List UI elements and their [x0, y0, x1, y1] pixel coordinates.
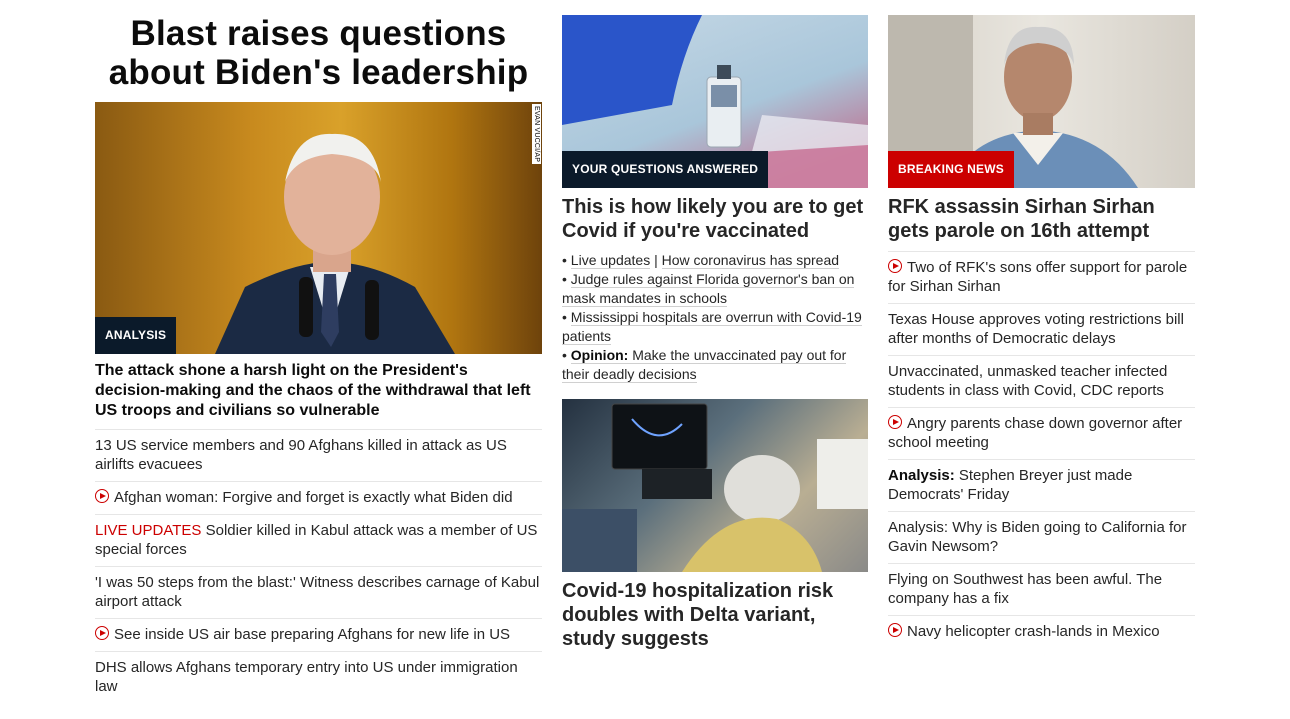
- bullet-link[interactable]: Judge rules against Florida governor's b…: [562, 271, 855, 307]
- bullet-link[interactable]: Mississippi hospitals are overrun with C…: [562, 309, 862, 345]
- sirhan-photo[interactable]: BREAKING NEWS: [888, 15, 1195, 188]
- live-updates-label: LIVE UPDATES: [95, 522, 202, 539]
- list-item: 'I was 50 steps from the blast:' Witness…: [95, 566, 542, 618]
- story-text: Two of RFK's sons offer support for paro…: [888, 259, 1188, 295]
- lead-summary-link[interactable]: The attack shone a harsh light on the Pr…: [95, 361, 542, 421]
- list-item: LIVE UPDATES Soldier killed in Kabul att…: [95, 514, 542, 566]
- story-text: Navy helicopter crash-lands in Mexico: [907, 623, 1160, 640]
- story-text: See inside US air base preparing Afghans…: [114, 626, 511, 643]
- story-link[interactable]: 13 US service members and 90 Afghans kil…: [95, 437, 507, 473]
- covid-bullets: • Live updates | How coronavirus has spr…: [562, 251, 868, 384]
- play-icon: [95, 626, 109, 640]
- story-link[interactable]: DHS allows Afghans temporary entry into …: [95, 659, 518, 695]
- video-story-link[interactable]: Afghan woman: Forgive and forget is exac…: [95, 489, 513, 506]
- opinion-link[interactable]: Opinion: Make the unvaccinated pay out f…: [562, 347, 847, 383]
- news-column: BREAKING NEWS RFK assassin Sirhan Sirhan…: [888, 15, 1195, 648]
- list-item: Analysis: Why is Biden going to Californ…: [888, 511, 1195, 563]
- analysis-badge: ANALYSIS: [95, 317, 177, 354]
- list-item: Flying on Southwest has been awful. The …: [888, 563, 1195, 615]
- story-text: Angry parents chase down governor after …: [888, 415, 1183, 451]
- story-link[interactable]: Analysis: Why is Biden going to Californ…: [888, 519, 1186, 555]
- list-item: Unvaccinated, unmasked teacher infected …: [888, 355, 1195, 407]
- video-story-link[interactable]: Angry parents chase down governor after …: [888, 415, 1182, 451]
- separator: |: [650, 252, 662, 268]
- list-item: Angry parents chase down governor after …: [888, 407, 1195, 459]
- main-headline[interactable]: Blast raises questions about Biden's lea…: [95, 14, 542, 92]
- list-item: See inside US air base preparing Afghans…: [95, 618, 542, 651]
- questions-badge: YOUR QUESTIONS ANSWERED: [562, 151, 769, 188]
- video-story-link[interactable]: Navy helicopter crash-lands in Mexico: [888, 623, 1160, 640]
- bullet-item: • Mississippi hospitals are overrun with…: [562, 309, 862, 345]
- photo-credit: EVAN VUCCI/AP: [532, 104, 541, 165]
- hospital-photo[interactable]: [562, 399, 868, 572]
- related-stories-list: 13 US service members and 90 Afghans kil…: [95, 429, 542, 703]
- story-link[interactable]: Flying on Southwest has been awful. The …: [888, 571, 1162, 607]
- video-story-link[interactable]: See inside US air base preparing Afghans…: [95, 626, 510, 643]
- biden-photo[interactable]: EVAN VUCCI/AP ANALYSIS: [95, 102, 542, 354]
- list-item: Navy helicopter crash-lands in Mexico: [888, 615, 1195, 648]
- main-story-column: Blast raises questions about Biden's lea…: [95, 0, 542, 703]
- analysis-story-link[interactable]: Analysis: Stephen Breyer just made Democ…: [888, 467, 1132, 503]
- live-story-link[interactable]: LIVE UPDATES Soldier killed in Kabul att…: [95, 522, 537, 558]
- bullet-item: • Judge rules against Florida governor's…: [562, 271, 855, 307]
- spread-link[interactable]: How coronavirus has spread: [661, 252, 840, 269]
- breaking-news-badge: BREAKING NEWS: [888, 151, 1014, 188]
- list-item: 13 US service members and 90 Afghans kil…: [95, 429, 542, 481]
- play-icon: [888, 415, 902, 429]
- play-icon: [95, 489, 109, 503]
- play-icon: [888, 623, 902, 637]
- list-item: Afghan woman: Forgive and forget is exac…: [95, 481, 542, 514]
- covid-headline[interactable]: This is how likely you are to get Covid …: [562, 195, 868, 243]
- play-icon: [888, 259, 902, 273]
- vaccine-photo[interactable]: YOUR QUESTIONS ANSWERED: [562, 15, 868, 188]
- list-item: Two of RFK's sons offer support for paro…: [888, 251, 1195, 303]
- live-updates-link[interactable]: Live updates: [570, 252, 651, 269]
- list-item: DHS allows Afghans temporary entry into …: [95, 651, 542, 703]
- story-link[interactable]: Texas House approves voting restrictions…: [888, 311, 1184, 347]
- story-link[interactable]: Unvaccinated, unmasked teacher infected …: [888, 363, 1167, 399]
- bullet-item: • Live updates | How coronavirus has spr…: [562, 252, 840, 269]
- video-story-link[interactable]: Two of RFK's sons offer support for paro…: [888, 259, 1187, 295]
- bullet-item: • Opinion: Make the unvaccinated pay out…: [562, 347, 847, 383]
- list-item: Analysis: Stephen Breyer just made Democ…: [888, 459, 1195, 511]
- hospital-illustration: [562, 403, 868, 572]
- story-link[interactable]: 'I was 50 steps from the blast:' Witness…: [95, 574, 539, 610]
- sirhan-headline[interactable]: RFK assassin Sirhan Sirhan gets parole o…: [888, 195, 1195, 243]
- analysis-label: Analysis:: [888, 467, 955, 484]
- story-text: Afghan woman: Forgive and forget is exac…: [114, 489, 513, 506]
- news-list: Two of RFK's sons offer support for paro…: [888, 251, 1195, 648]
- hospitalization-headline[interactable]: Covid-19 hospitalization risk doubles wi…: [562, 579, 868, 651]
- list-item: Texas House approves voting restrictions…: [888, 303, 1195, 355]
- opinion-label: Opinion:: [570, 347, 629, 363]
- covid-column: YOUR QUESTIONS ANSWERED This is how like…: [562, 15, 868, 659]
